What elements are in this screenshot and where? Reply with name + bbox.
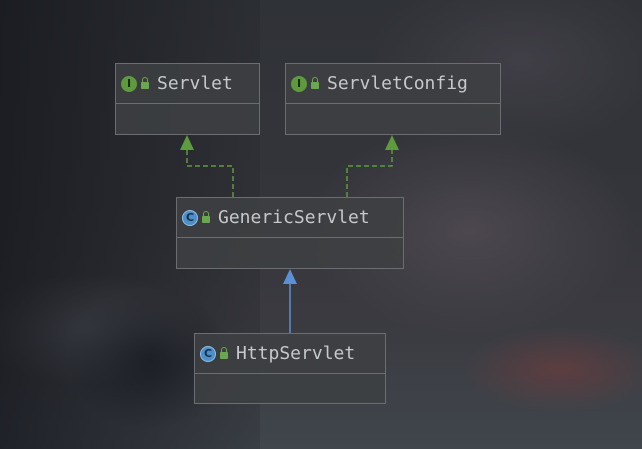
edge-arrowhead-servlet bbox=[180, 135, 194, 150]
node-http-servlet-name: HttpServlet bbox=[236, 343, 356, 364]
node-servlet-header: I Servlet bbox=[116, 64, 259, 104]
edge-generic-implements-servletconfig bbox=[346, 150, 393, 197]
public-lock-icon bbox=[220, 347, 228, 359]
node-servlet-config-header: I ServletConfig bbox=[286, 64, 500, 104]
node-generic-servlet-name: GenericServlet bbox=[218, 207, 370, 228]
interface-icon: I bbox=[121, 75, 137, 92]
public-lock-icon bbox=[141, 77, 149, 89]
edge-arrowhead-genericservlet bbox=[283, 269, 297, 284]
edge-arrowhead-servletconfig bbox=[385, 135, 399, 150]
node-servlet-name: Servlet bbox=[157, 73, 233, 94]
interface-icon: I bbox=[291, 75, 307, 92]
node-servlet-config[interactable]: I ServletConfig bbox=[285, 63, 501, 135]
node-servlet-config-name: ServletConfig bbox=[327, 73, 468, 94]
edge-generic-implements-servlet bbox=[186, 150, 234, 197]
node-generic-servlet[interactable]: C GenericServlet bbox=[176, 197, 404, 269]
public-lock-icon bbox=[202, 211, 210, 223]
node-servlet[interactable]: I Servlet bbox=[115, 63, 260, 135]
class-icon: C bbox=[200, 345, 216, 362]
node-http-servlet[interactable]: C HttpServlet bbox=[194, 333, 386, 404]
public-lock-icon bbox=[311, 77, 319, 89]
node-http-servlet-header: C HttpServlet bbox=[195, 334, 385, 374]
node-generic-servlet-header: C GenericServlet bbox=[177, 198, 403, 238]
class-icon: C bbox=[182, 209, 198, 226]
